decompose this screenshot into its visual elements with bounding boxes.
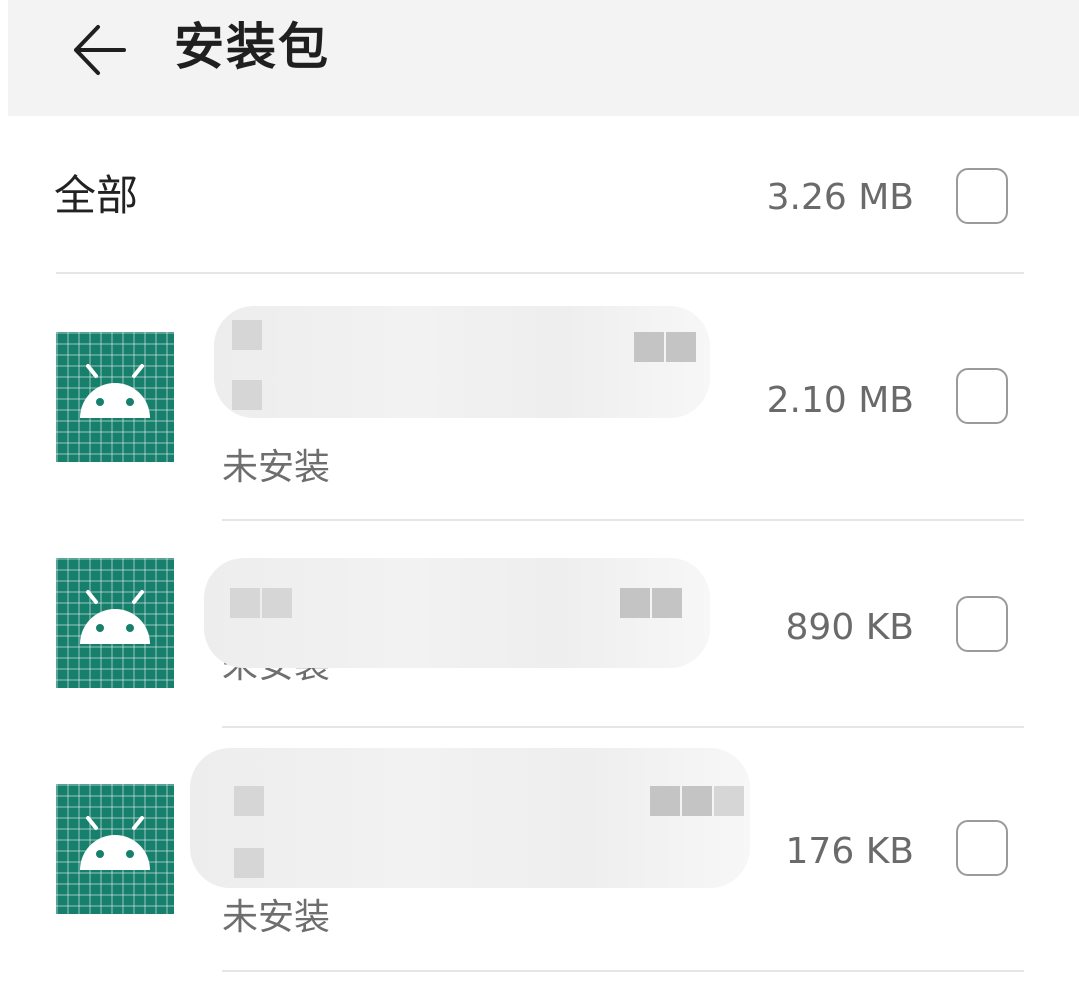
android-icon: [80, 816, 150, 870]
total-size: 3.26 MB: [766, 177, 914, 218]
package-checkbox[interactable]: [956, 820, 1008, 876]
package-checkbox[interactable]: [956, 596, 1008, 652]
back-button[interactable]: [48, 0, 148, 100]
divider: [56, 272, 1024, 274]
android-icon: [80, 590, 150, 644]
app-name-obscured: [204, 558, 710, 668]
install-status: 未安装: [222, 897, 331, 938]
app-name-obscured: [190, 748, 750, 888]
divider: [222, 726, 1024, 728]
arrow-left-icon: [74, 25, 126, 75]
package-row[interactable]: 未安装 176 KB: [0, 744, 1079, 970]
package-size: 176 KB: [785, 831, 914, 872]
app-bar: 安装包: [8, 0, 1079, 116]
package-size: 2.10 MB: [766, 380, 914, 421]
package-row[interactable]: 未安装 890 KB: [0, 520, 1079, 746]
app-icon-tile: [56, 558, 174, 688]
select-all-label: 全部: [54, 171, 139, 220]
install-status: 未安装: [222, 447, 331, 488]
divider: [222, 970, 1024, 972]
package-size: 890 KB: [785, 607, 914, 648]
app-icon-tile: [56, 784, 174, 914]
android-icon: [80, 364, 150, 418]
installer-packages-screen: 安装包 全部 3.26 MB 未安装 2.10 MB 890 KB 未安装 17…: [0, 0, 1079, 986]
package-row[interactable]: 未安装 2.10 MB: [0, 292, 1079, 518]
package-checkbox[interactable]: [956, 368, 1008, 424]
select-all-checkbox[interactable]: [956, 168, 1008, 224]
app-name-obscured: [214, 306, 710, 418]
page-title: 安装包: [174, 18, 330, 76]
app-icon-tile: [56, 332, 174, 462]
select-all-row[interactable]: 全部 3.26 MB: [0, 116, 1079, 274]
